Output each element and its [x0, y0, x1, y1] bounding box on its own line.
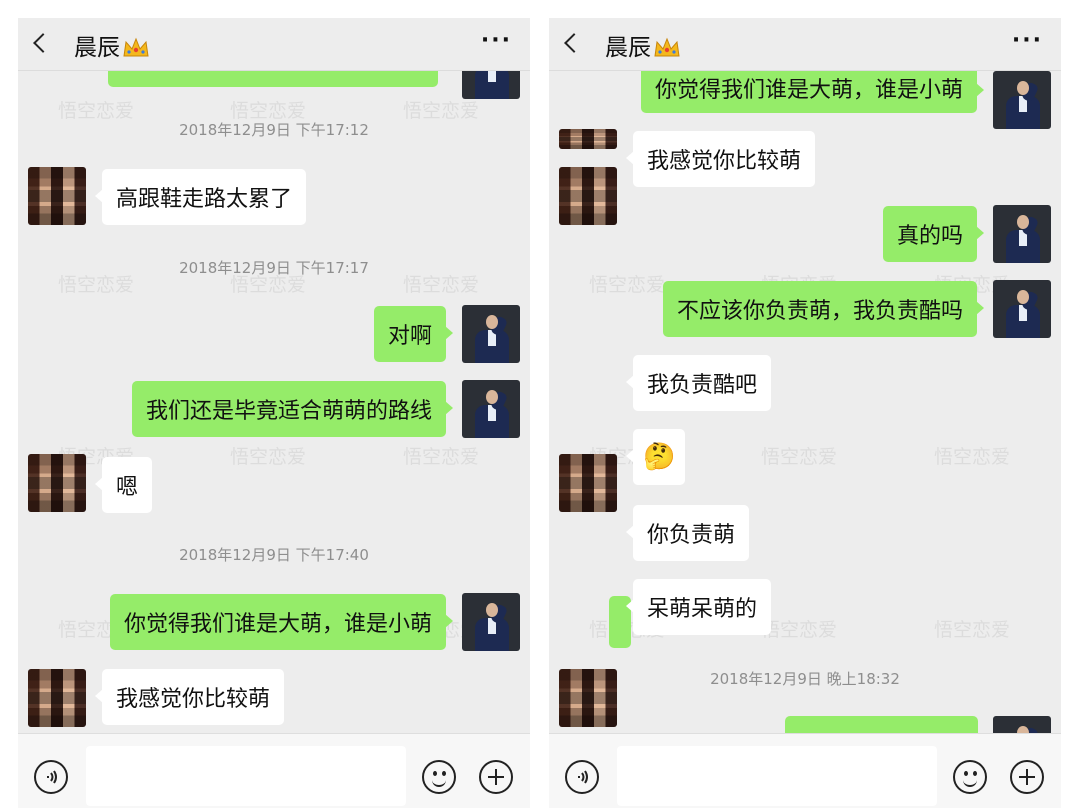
my-avatar[interactable]: [462, 305, 520, 363]
watermark: 悟空恋爱: [761, 446, 838, 468]
message-bubble-incoming[interactable]: 🤔: [625, 429, 686, 485]
contact-avatar[interactable]: [559, 454, 617, 512]
message-bubble-incoming[interactable]: 嗯: [94, 457, 153, 513]
voice-icon[interactable]: [34, 760, 68, 794]
message-bubble-incoming[interactable]: 你负责萌: [625, 505, 750, 561]
contact-avatar[interactable]: [559, 669, 617, 727]
message-bubble-incoming[interactable]: 呆萌呆萌的: [625, 579, 772, 635]
my-avatar[interactable]: [462, 593, 520, 651]
timestamp: 2018年12月9日 下午17:12: [179, 121, 369, 139]
contact-avatar[interactable]: [28, 167, 86, 225]
plus-icon[interactable]: [479, 760, 513, 794]
chat-screen-right: 晨辰 ··· 悟空恋爱 悟空恋爱 悟空恋爱 悟空恋爱 悟空恋爱 悟空恋爱 悟空恋…: [549, 18, 1061, 808]
partial-message-bubble: [108, 71, 438, 87]
chat-screen-left: 晨辰 ··· 悟空恋爱 悟空恋爱 悟空恋爱 悟空恋爱 悟空恋爱 悟空恋爱 悟空恋…: [18, 18, 530, 808]
message-list[interactable]: 悟空恋爱 悟空恋爱 悟空恋爱 悟空恋爱 悟空恋爱 悟空恋爱 悟空恋爱 悟空恋爱 …: [549, 71, 1061, 733]
watermark: 悟空恋爱: [403, 446, 480, 468]
message-input[interactable]: [86, 746, 406, 806]
emoji-icon[interactable]: [422, 760, 456, 794]
emoji-icon[interactable]: [953, 760, 987, 794]
message-bubble-incoming[interactable]: 我感觉你比较萌: [625, 131, 816, 187]
message-input[interactable]: [617, 746, 937, 806]
my-avatar[interactable]: [993, 280, 1051, 338]
message-bubble-outgoing[interactable]: 不应该你负责萌，我负责酷吗: [662, 281, 985, 337]
contact-name: 晨辰: [74, 28, 150, 62]
input-bar: [18, 733, 530, 808]
partial-message-bubble: [785, 716, 978, 733]
thinking-face-icon: 🤔: [643, 442, 676, 472]
message-bubble-incoming[interactable]: 我感觉你比较萌: [94, 669, 285, 725]
chat-header: 晨辰 ···: [549, 18, 1061, 71]
my-avatar[interactable]: [993, 71, 1051, 129]
crown-icon: [654, 37, 680, 57]
back-arrow-icon[interactable]: [33, 33, 53, 53]
message-bubble-outgoing[interactable]: 我们还是毕竟适合萌萌的路线: [131, 381, 454, 437]
watermark: 悟空恋爱: [761, 619, 838, 641]
plus-icon[interactable]: [1010, 760, 1044, 794]
watermark: 悟空恋爱: [230, 446, 307, 468]
message-bubble-outgoing[interactable]: 你觉得我们谁是大萌，谁是小萌: [640, 71, 985, 113]
timestamp: 2018年12月9日 晚上18:32: [710, 670, 900, 688]
watermark: 悟空恋爱: [934, 619, 1011, 641]
crown-icon: [123, 37, 149, 57]
voice-icon[interactable]: [565, 760, 599, 794]
timestamp: 2018年12月9日 下午17:40: [179, 546, 369, 564]
message-list[interactable]: 悟空恋爱 悟空恋爱 悟空恋爱 悟空恋爱 悟空恋爱 悟空恋爱 悟空恋爱 悟空恋爱 …: [18, 71, 530, 733]
message-bubble-outgoing[interactable]: 对啊: [373, 306, 454, 362]
message-bubble-incoming[interactable]: 我负责酷吧: [625, 355, 772, 411]
more-icon[interactable]: ···: [1012, 28, 1043, 53]
my-avatar[interactable]: [993, 205, 1051, 263]
contact-avatar[interactable]: [559, 129, 617, 149]
more-icon[interactable]: ···: [481, 28, 512, 53]
message-bubble-outgoing[interactable]: 你觉得我们谁是大萌，谁是小萌: [109, 594, 454, 650]
my-avatar[interactable]: [462, 380, 520, 438]
timestamp: 2018年12月9日 下午17:17: [179, 259, 369, 277]
chat-header: 晨辰 ···: [18, 18, 530, 71]
back-arrow-icon[interactable]: [564, 33, 584, 53]
contact-avatar[interactable]: [559, 167, 617, 225]
input-bar: [549, 733, 1061, 808]
watermark: 悟空恋爱: [589, 274, 666, 296]
message-bubble-incoming[interactable]: 高跟鞋走路太累了: [94, 169, 307, 225]
contact-avatar[interactable]: [28, 454, 86, 512]
contact-avatar[interactable]: [28, 669, 86, 727]
my-avatar[interactable]: [462, 71, 520, 99]
my-avatar[interactable]: [993, 716, 1051, 733]
contact-name: 晨辰: [605, 28, 681, 62]
message-bubble-outgoing[interactable]: 真的吗: [882, 206, 985, 262]
watermark: 悟空恋爱: [934, 446, 1011, 468]
